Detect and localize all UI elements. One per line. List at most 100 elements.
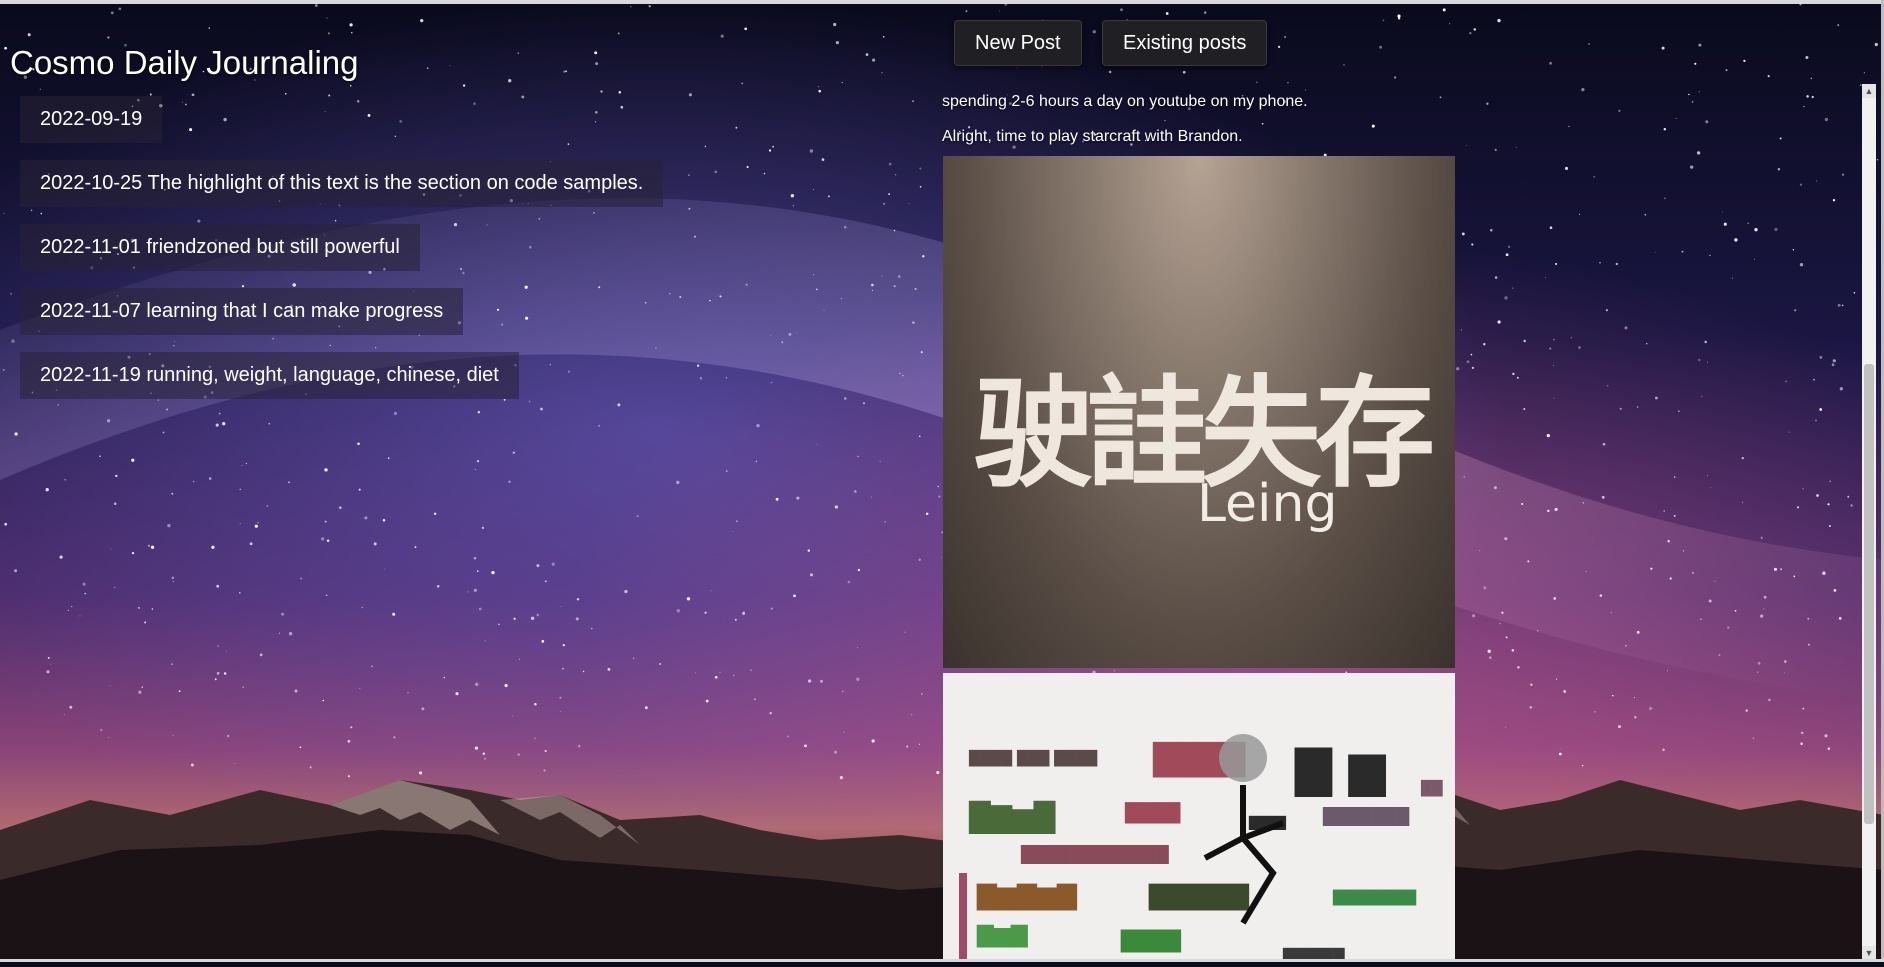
scrollbar-thumb[interactable] bbox=[1864, 364, 1874, 824]
star bbox=[688, 93, 692, 97]
content-scrollbar[interactable]: ▲ ▼ bbox=[1862, 84, 1876, 960]
star bbox=[786, 735, 789, 738]
star bbox=[166, 408, 169, 411]
star bbox=[84, 592, 86, 595]
star bbox=[823, 309, 825, 311]
star bbox=[414, 546, 417, 548]
star bbox=[770, 335, 771, 337]
star bbox=[517, 52, 519, 54]
star bbox=[106, 419, 111, 423]
star bbox=[741, 82, 744, 85]
star bbox=[565, 70, 568, 73]
existing-posts-button[interactable]: Existing posts bbox=[1102, 20, 1268, 66]
star bbox=[872, 58, 876, 62]
star bbox=[528, 400, 531, 403]
star bbox=[820, 679, 823, 683]
star bbox=[47, 656, 50, 659]
star bbox=[349, 23, 353, 27]
star bbox=[735, 126, 738, 129]
star bbox=[882, 35, 885, 38]
new-post-button[interactable]: New Post bbox=[954, 20, 1082, 66]
star bbox=[936, 770, 940, 775]
star bbox=[843, 731, 845, 733]
star bbox=[322, 699, 324, 702]
star bbox=[1120, 8, 1123, 12]
star bbox=[107, 36, 110, 39]
star bbox=[821, 158, 825, 161]
star bbox=[192, 480, 195, 483]
star bbox=[162, 431, 165, 434]
star bbox=[796, 332, 798, 334]
star bbox=[883, 203, 885, 205]
post-image-collage: ████ ███ ████ ████ ▇ ▆ ██ █▇▆█ ████ ▆▆▆ … bbox=[943, 673, 1455, 962]
post-item[interactable]: 2022-11-19 running, weight, language, ch… bbox=[20, 352, 519, 399]
star bbox=[2, 368, 5, 371]
star bbox=[501, 323, 504, 326]
star bbox=[563, 70, 566, 73]
star bbox=[842, 690, 844, 692]
star bbox=[813, 274, 815, 276]
star bbox=[906, 745, 909, 748]
star bbox=[189, 128, 193, 132]
star bbox=[30, 209, 33, 212]
star bbox=[912, 100, 914, 103]
star bbox=[1203, 11, 1207, 14]
post-item[interactable]: 2022-11-07 learning that I can make prog… bbox=[20, 288, 464, 335]
star bbox=[772, 145, 775, 148]
star bbox=[922, 255, 925, 258]
star bbox=[45, 488, 49, 492]
star bbox=[419, 771, 423, 775]
star bbox=[925, 512, 929, 516]
star bbox=[750, 669, 752, 671]
star bbox=[669, 292, 671, 295]
star bbox=[562, 667, 564, 670]
star bbox=[281, 612, 285, 616]
star bbox=[14, 569, 18, 573]
star bbox=[644, 301, 647, 304]
post-item[interactable]: 2022-09-19 bbox=[20, 96, 163, 143]
star bbox=[1277, 45, 1281, 49]
scroll-down-icon[interactable]: ▼ bbox=[1862, 946, 1876, 960]
star bbox=[131, 551, 135, 555]
star bbox=[347, 739, 351, 743]
star bbox=[1863, 72, 1865, 74]
star bbox=[705, 699, 709, 703]
star bbox=[818, 89, 821, 93]
star bbox=[254, 524, 258, 528]
post-item[interactable]: 2022-11-01 friendzoned but still powerfu… bbox=[20, 224, 420, 271]
star bbox=[733, 674, 735, 676]
post-item[interactable]: 2022-10-25 The highlight of this text is… bbox=[20, 160, 664, 207]
star bbox=[1284, 35, 1287, 39]
star bbox=[144, 621, 147, 624]
post-paragraph: spending 2-6 hours a day on youtube on m… bbox=[942, 93, 1308, 110]
star bbox=[350, 726, 353, 729]
star bbox=[4, 46, 7, 50]
star bbox=[857, 455, 859, 458]
star bbox=[911, 714, 913, 716]
star bbox=[918, 558, 921, 561]
star bbox=[544, 749, 547, 753]
star bbox=[292, 283, 296, 287]
star bbox=[888, 193, 890, 195]
star bbox=[1661, 46, 1665, 50]
star bbox=[288, 481, 290, 484]
star bbox=[157, 399, 160, 401]
star bbox=[600, 90, 603, 93]
post-image-calligraphy: 驶詿失存 Leing bbox=[943, 156, 1455, 668]
scroll-up-icon[interactable]: ▲ bbox=[1862, 84, 1876, 98]
star bbox=[324, 468, 328, 472]
star bbox=[218, 412, 221, 415]
star bbox=[208, 477, 212, 480]
star bbox=[11, 339, 15, 343]
star bbox=[392, 612, 396, 616]
star bbox=[508, 79, 512, 83]
star bbox=[433, 512, 437, 515]
star bbox=[576, 598, 580, 601]
star bbox=[324, 111, 326, 113]
star bbox=[443, 676, 445, 679]
star bbox=[150, 545, 155, 549]
star bbox=[648, 5, 651, 8]
post-content[interactable]: spending 2-6 hours a day on youtube on m… bbox=[942, 84, 1856, 962]
star bbox=[482, 752, 485, 755]
star bbox=[809, 573, 814, 577]
